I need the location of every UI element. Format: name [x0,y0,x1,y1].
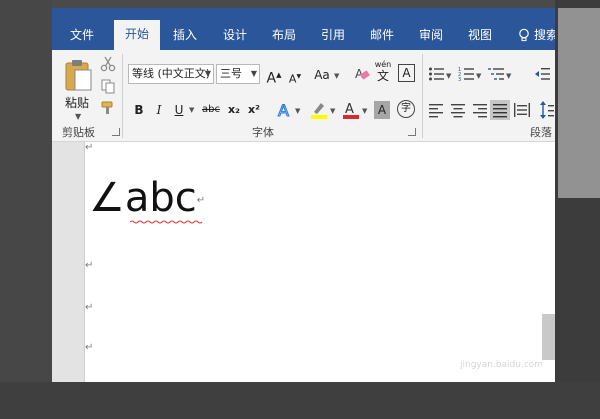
watermark-text: jingyan.baidu.com [460,360,544,370]
strikethrough-button[interactable]: abc [200,101,222,119]
ribbon-tab-bar: 文件 开始 插入 设计 布局 引用 邮件 审阅 视图 搜索 [52,8,555,50]
shrink-font-icon[interactable]: A▼ [286,68,304,86]
phonetic-guide-char: 文 [376,69,389,83]
copy-icon[interactable] [100,78,116,94]
tab-insert[interactable]: 插入 [164,22,206,50]
multilevel-list-icon[interactable] [488,66,504,82]
font-launcher-icon[interactable] [408,128,416,136]
change-case-dropdown-icon[interactable]: ▼ [334,72,339,80]
background-bottom [0,382,600,419]
character-border-button[interactable]: A [398,64,415,82]
group-divider [422,54,423,138]
align-right-icon[interactable] [472,102,488,118]
tell-me-search[interactable]: 搜索 [517,22,555,50]
font-name-dropdown-icon[interactable]: ▼ [205,65,211,83]
group-divider [122,54,123,138]
bullets-icon[interactable] [428,66,444,82]
paragraph-mark: ↵ [85,302,94,313]
change-case-button[interactable]: Aa [312,66,332,84]
font-size-dropdown-icon[interactable]: ▼ [251,65,257,83]
phonetic-guide-button[interactable]: wén 文 [374,60,392,83]
word-window: 文件 开始 插入 设计 布局 引用 邮件 审阅 视图 搜索 粘贴 ▼ 剪贴板 等… [52,8,555,382]
bullets-dropdown-icon[interactable]: ▼ [446,72,451,80]
font-name-combo[interactable]: 等线 (中文正文) ▼ [128,64,214,84]
paste-button-label[interactable]: 粘贴 [65,94,89,111]
tab-view[interactable]: 视图 [459,22,501,50]
italic-button[interactable]: I [152,101,166,119]
enclose-characters-button[interactable]: 字 [397,100,415,118]
font-color-dropdown-icon[interactable]: ▼ [362,107,367,115]
tab-home[interactable]: 开始 [114,20,160,50]
text-effects-icon[interactable]: A [276,101,294,119]
phonetic-guide-pinyin: wén [374,60,392,69]
svg-text:A: A [278,101,289,119]
svg-text:A: A [345,102,354,117]
numbering-icon[interactable]: 1 2 3 [458,66,474,82]
font-size-combo[interactable]: 三号 ▼ [216,64,260,84]
tab-references[interactable]: 引用 [312,22,354,50]
decrease-indent-icon[interactable] [534,66,550,82]
text-highlight-dropdown-icon[interactable]: ▼ [330,107,335,115]
character-shading-button[interactable]: A [374,101,390,119]
underline-dropdown-icon[interactable]: ▼ [189,106,194,114]
justify-icon[interactable] [490,100,510,120]
paragraph-mark: ↵ [85,260,94,271]
background-document-peek [558,8,600,198]
underline-button[interactable]: U [172,101,186,119]
line-spacing-icon[interactable] [540,100,554,120]
paragraph-mark: ↵ [85,342,94,353]
tab-layout[interactable]: 布局 [263,22,305,50]
format-painter-icon[interactable] [100,100,116,116]
vertical-scrollbar-thumb[interactable] [542,314,555,360]
lightbulb-icon [519,28,529,42]
distributed-icon[interactable] [514,102,530,118]
tab-review[interactable]: 审阅 [410,22,452,50]
font-group-label: 字体 [252,126,274,139]
clipboard-launcher-icon[interactable] [112,128,120,136]
background-left [0,0,52,419]
spellcheck-squiggle [130,220,203,224]
clear-formatting-icon[interactable]: A [354,66,370,82]
paste-dropdown-arrow[interactable]: ▼ [75,112,81,121]
font-name-value: 等线 (中文正文) [132,67,211,80]
cut-icon[interactable] [100,56,116,72]
align-center-icon[interactable] [450,102,466,118]
paste-icon[interactable] [64,58,94,92]
subscript-button[interactable]: x₂ [226,101,242,119]
ribbon-home: 粘贴 ▼ 剪贴板 等线 (中文正文) ▼ 三号 ▼ A▲ A▼ Aa ▼ A w… [52,50,555,142]
font-size-value: 三号 [220,67,242,80]
text-highlight-icon[interactable] [310,100,328,120]
grow-font-icon[interactable]: A▲ [264,66,284,87]
tab-file[interactable]: 文件 [60,22,104,50]
document-text[interactable]: ∠abc↵ [89,174,205,225]
paragraph-mark: ↵ [85,142,94,153]
document-text-content[interactable]: ∠abc [89,175,197,221]
tab-mailings[interactable]: 邮件 [361,22,403,50]
tab-design[interactable]: 设计 [214,22,256,50]
clipboard-group-label: 剪贴板 [62,126,95,139]
paragraph-group-label: 段落 [530,126,552,139]
multilevel-list-dropdown-icon[interactable]: ▼ [506,72,511,80]
numbering-dropdown-icon[interactable]: ▼ [476,72,481,80]
left-margin-gutter [52,142,85,382]
align-left-icon[interactable] [428,102,444,118]
tell-me-label: 搜索 [534,28,555,42]
paragraph-mark: ↵ [196,195,206,206]
font-color-icon[interactable]: A [342,100,360,120]
text-effects-dropdown-icon[interactable]: ▼ [295,107,300,115]
svg-text:3: 3 [458,77,461,82]
bold-button[interactable]: B [132,101,146,119]
superscript-button[interactable]: x² [246,101,262,119]
